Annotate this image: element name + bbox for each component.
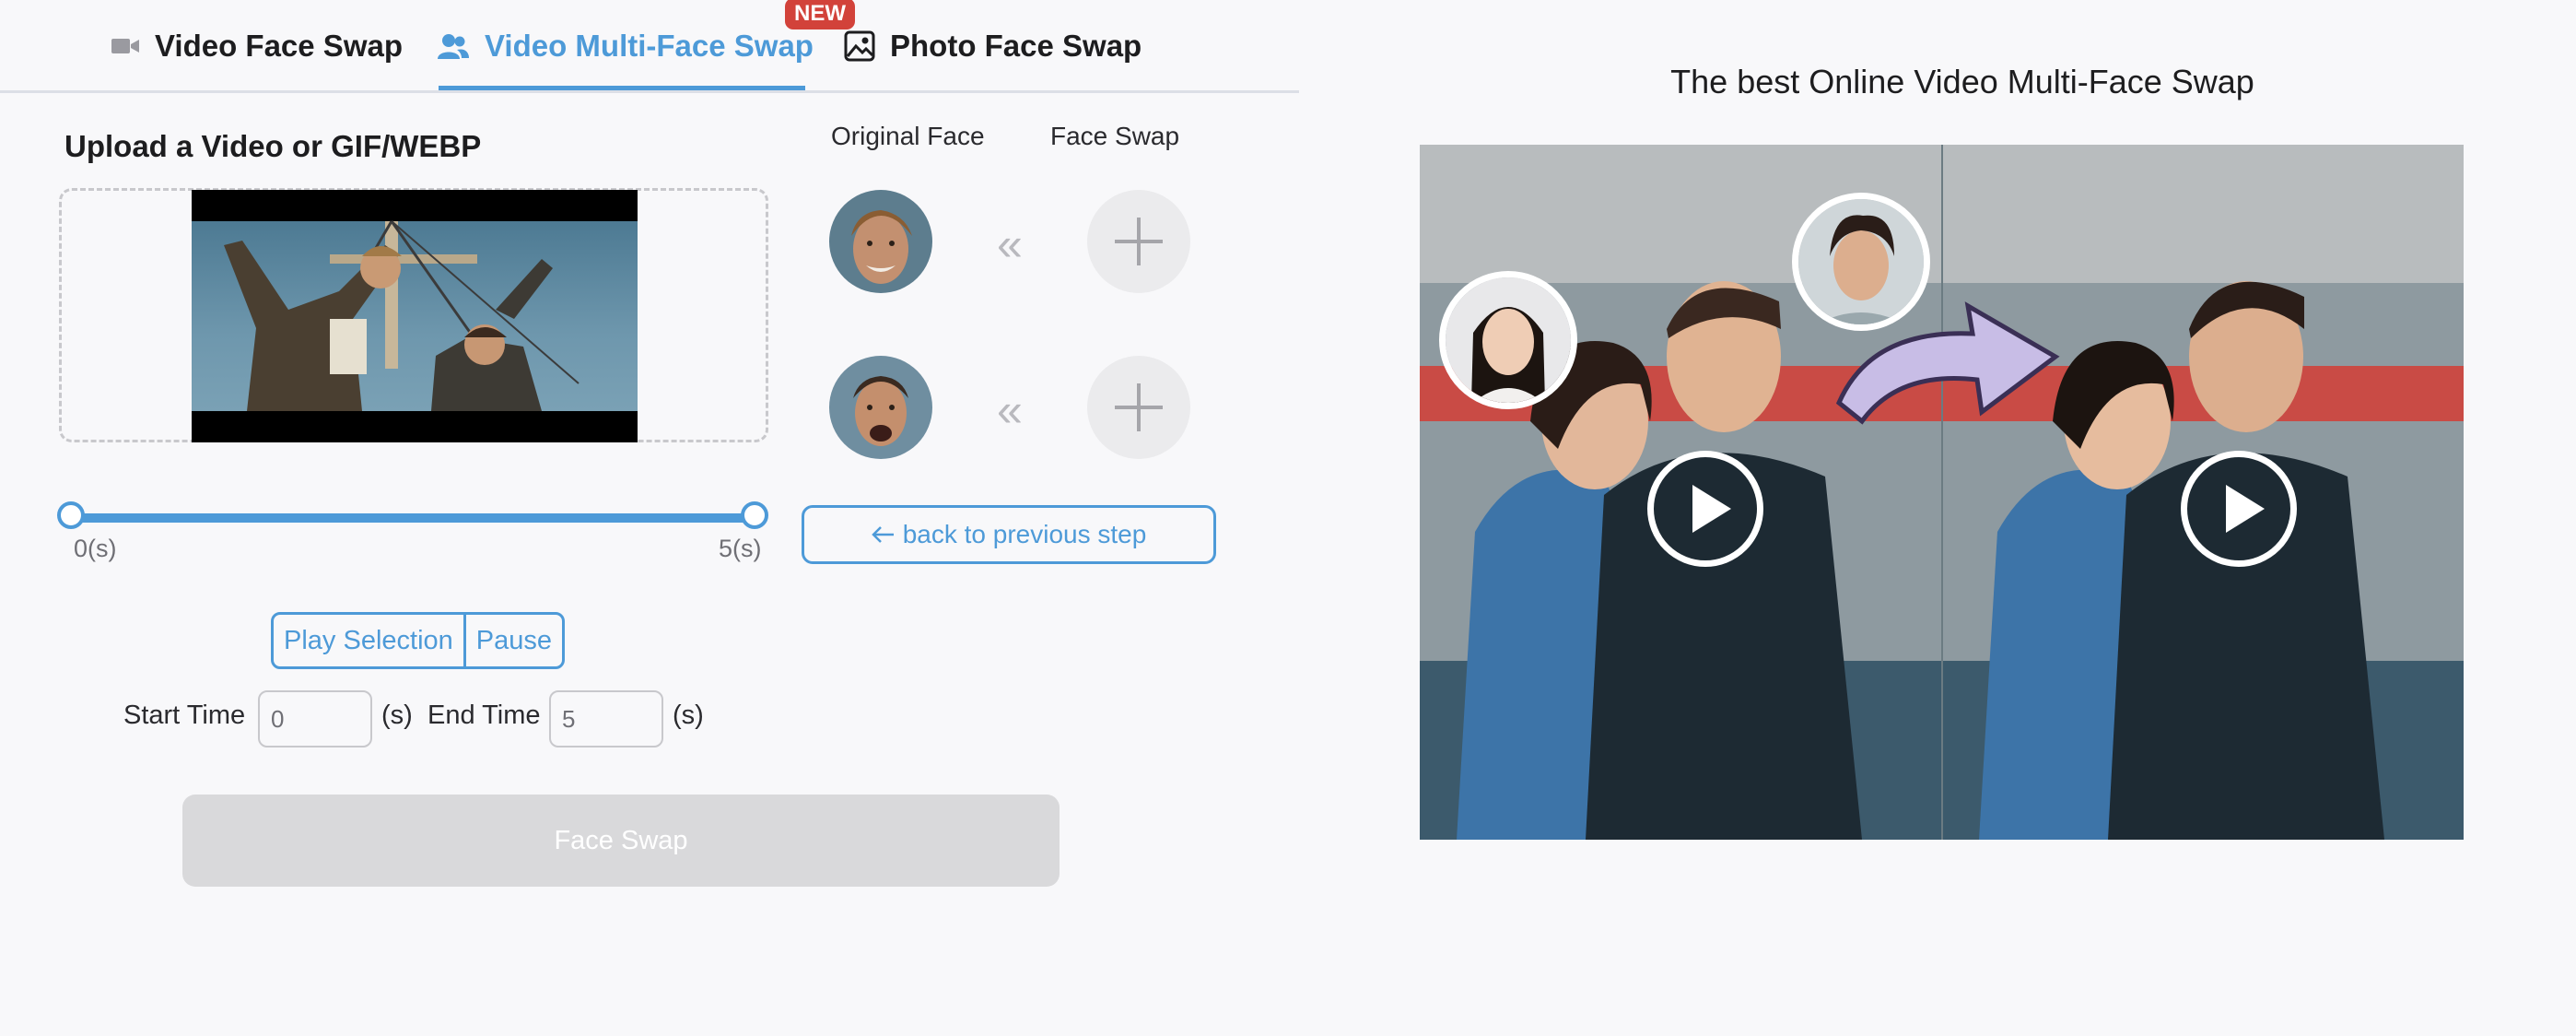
face-swap-title: Face Swap (1050, 122, 1180, 150)
tab-video-multi-face-swap[interactable]: Video Multi-Face Swap (437, 20, 814, 72)
chevrons-left-icon: « (997, 384, 1023, 436)
range-end-handle[interactable] (741, 501, 768, 529)
start-time-label: Start Time (123, 700, 246, 730)
source-face-avatar-woman (1439, 271, 1577, 409)
back-button-label: back to previous step (902, 520, 1147, 548)
chevrons-left-icon: « (997, 218, 1023, 270)
source-face-avatar-man (1792, 193, 1930, 331)
users-icon (438, 34, 469, 59)
arrow-left-icon (871, 526, 894, 543)
range-start-label: 0(s) (74, 535, 117, 562)
tab-video-face-swap[interactable]: Video Face Swap (111, 20, 403, 72)
new-badge: NEW (785, 0, 855, 29)
time-range-track[interactable] (72, 513, 755, 523)
image-icon (844, 30, 875, 62)
original-face-1 (829, 190, 932, 293)
play-selection-button[interactable]: Play Selection (274, 615, 463, 666)
start-time-unit: (s) (381, 700, 413, 730)
video-camera-icon (111, 39, 139, 53)
end-time-input[interactable] (549, 690, 663, 748)
add-face-1-button[interactable] (1087, 190, 1190, 293)
range-end-label: 5(s) (719, 535, 762, 562)
tab-bar: Video Face Swap Video Multi-Face Swap Ph… (0, 0, 1299, 93)
example-preview-image (1420, 145, 2464, 840)
range-start-handle[interactable] (57, 501, 85, 529)
face-swap-button[interactable]: Face Swap (182, 795, 1060, 887)
active-tab-indicator (439, 86, 805, 90)
back-to-previous-step-button[interactable]: back to previous step (802, 505, 1216, 564)
add-face-2-button[interactable] (1087, 356, 1190, 459)
tab-photo-face-swap[interactable]: Photo Face Swap (844, 20, 1142, 72)
play-original-video-button[interactable] (1647, 451, 1763, 567)
upload-title: Upload a Video or GIF/WEBP (64, 129, 482, 163)
pause-button[interactable]: Pause (463, 615, 562, 666)
video-thumbnail[interactable] (192, 190, 638, 442)
play-swapped-video-button[interactable] (2181, 451, 2297, 567)
playback-controls: Play Selection Pause (271, 612, 566, 669)
start-time-input[interactable] (258, 690, 372, 748)
end-time-unit: (s) (673, 700, 704, 730)
end-time-label: End Time (427, 700, 541, 730)
original-face-2 (829, 356, 932, 459)
tab-label: Video Face Swap (155, 29, 403, 63)
original-face-title: Original Face (831, 122, 985, 150)
tab-label: Photo Face Swap (890, 29, 1142, 63)
preview-title: The best Online Video Multi-Face Swap (1670, 63, 2254, 100)
tab-label: Video Multi-Face Swap (485, 29, 814, 63)
